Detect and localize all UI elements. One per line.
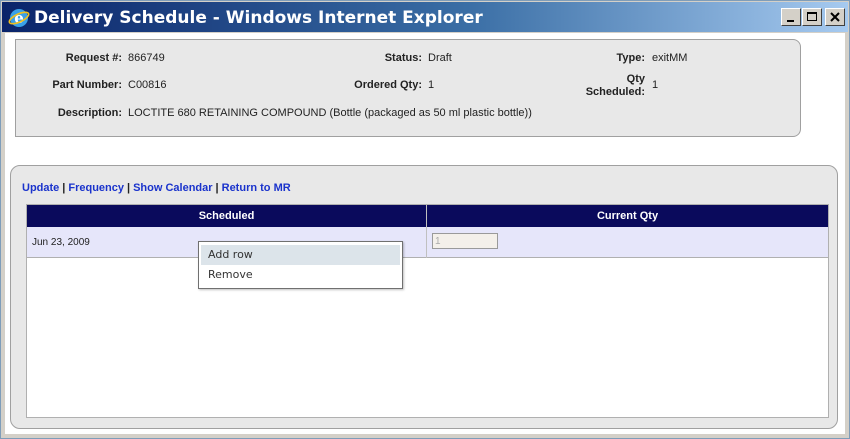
link-separator: | [127,182,131,194]
close-icon [830,12,840,22]
page-content: Request #: 866749 Status: Draft Type: ex… [5,33,845,434]
request-info-panel: Request #: 866749 Status: Draft Type: ex… [15,39,801,137]
add-row-menu-item[interactable]: Add row [201,245,400,265]
close-button[interactable] [825,8,845,26]
qty-scheduled-label-line1: Qty [626,73,645,85]
frequency-link[interactable]: Frequency [68,182,124,194]
part-number-value: C00816 [128,79,167,91]
internet-explorer-icon: e [8,7,30,29]
part-number-label: Part Number: [52,79,122,91]
status-label: Status: [384,52,422,64]
ie-window: e Delivery Schedule - Windows Internet E… [0,0,850,439]
scheduled-date-cell: Jun 23, 2009 [32,237,90,248]
link-separator: | [62,182,66,194]
column-header-current-qty[interactable]: Current Qty [427,205,828,227]
title-bar[interactable]: e Delivery Schedule - Windows Internet E… [2,2,848,32]
schedule-panel: Update | Frequency | Show Calendar | Return to… [10,165,838,429]
table-row[interactable]: Jun 23, 2009 [27,227,828,258]
column-divider [426,205,427,258]
maximize-button[interactable] [802,8,822,26]
context-menu: Add row Remove [198,241,403,289]
current-qty-input[interactable] [432,233,498,249]
qty-scheduled-label-line2: Scheduled: [585,86,645,98]
schedule-table: Scheduled Current Qty Jun 23, 2009 [26,204,829,418]
link-separator: | [215,182,219,194]
description-label: Description: [57,107,122,119]
minimize-button[interactable] [781,8,801,26]
status-value: Draft [428,52,452,64]
minimize-icon [787,20,794,22]
update-link[interactable]: Update [22,182,59,194]
svg-text:e: e [14,9,24,27]
window-title: Delivery Schedule - Windows Internet Exp… [34,8,483,28]
type-value: exitMM [652,52,688,64]
column-header-scheduled[interactable]: Scheduled [27,205,426,227]
request-number-label: Request #: [65,52,122,64]
ordered-qty-label: Ordered Qty: [354,79,422,91]
remove-menu-item[interactable]: Remove [201,265,400,285]
return-to-mr-link[interactable]: Return to MR [222,182,291,194]
maximize-icon [807,12,817,21]
show-calendar-link[interactable]: Show Calendar [133,182,212,194]
ordered-qty-value: 1 [428,79,435,91]
description-value: LOCTITE 680 RETAINING COMPOUND (Bottle (… [128,107,532,119]
qty-scheduled-value: 1 [652,79,659,91]
request-number-value: 866749 [128,52,165,64]
action-links: Update | Frequency | Show Calendar | Return to… [22,182,291,194]
type-label: Type: [616,52,645,64]
